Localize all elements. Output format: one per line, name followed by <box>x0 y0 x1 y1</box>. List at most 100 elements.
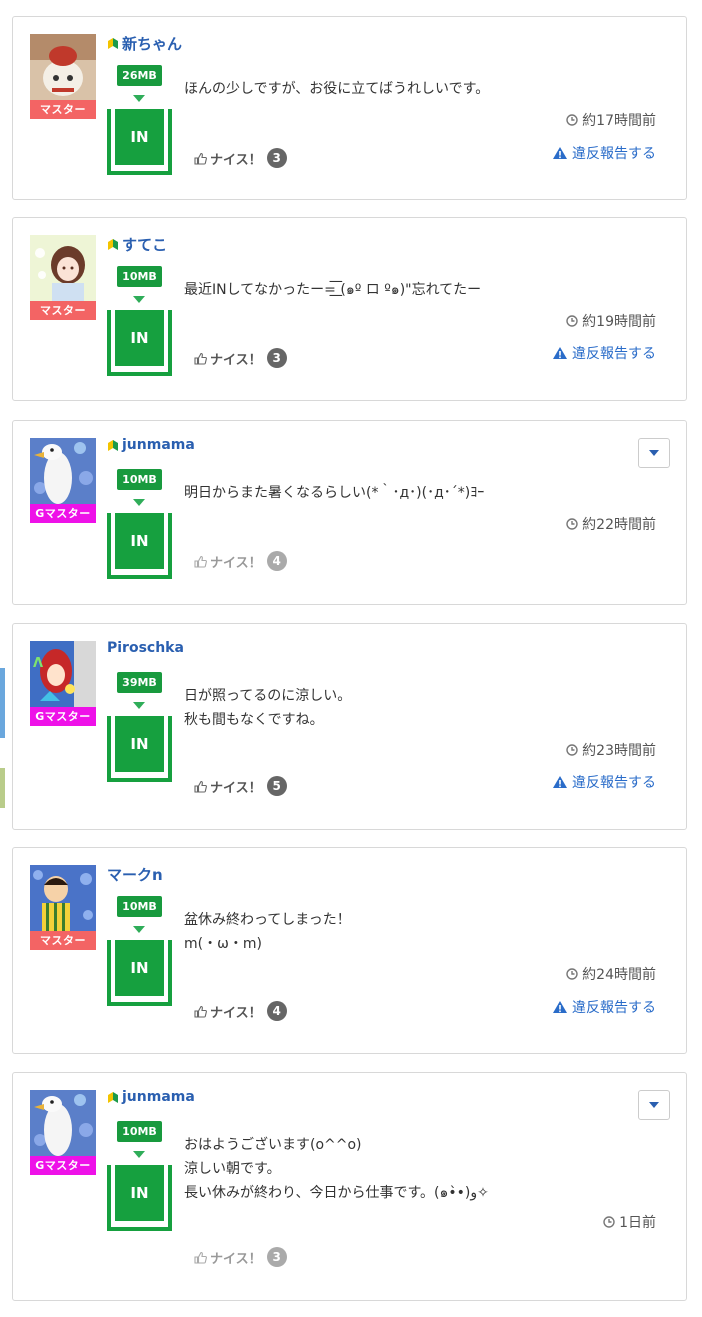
options-dropdown-button[interactable] <box>638 438 670 468</box>
username: junmama <box>122 437 195 453</box>
thumbs-up-icon <box>194 555 207 568</box>
thumbs-up-icon <box>194 1005 207 1018</box>
nice-count: 4 <box>266 551 287 571</box>
clock-icon <box>566 114 578 126</box>
nice-label: ナイス！ <box>210 152 262 168</box>
message-text: ほんの少しですが、お役に立てばうれしいです。 <box>184 77 489 101</box>
size-badge: 10MB <box>117 266 162 287</box>
avatar[interactable] <box>30 34 96 100</box>
timestamp-text: 約19時間前 <box>582 314 656 330</box>
avatar[interactable] <box>30 235 96 301</box>
beginner-leaf-icon <box>107 237 119 252</box>
in-box: IN <box>107 513 172 579</box>
post-card: Gマスター junmama 10MB IN おはようございます(o^^o) 涼し… <box>12 1072 687 1301</box>
nice-label: ナイス！ <box>210 1251 262 1267</box>
size-badge: 39MB <box>117 672 162 693</box>
in-label: IN <box>115 940 164 996</box>
thumbs-up-icon <box>194 152 207 165</box>
avatar[interactable] <box>30 865 96 931</box>
beginner-leaf-icon <box>107 1090 119 1105</box>
options-dropdown-button[interactable] <box>638 1090 670 1120</box>
message-text: おはようございます(o^^o) 涼しい朝です。 長い休みが終わり、今日から仕事で… <box>184 1133 489 1205</box>
rank-badge: Gマスター <box>30 707 96 726</box>
nice-label: ナイス！ <box>210 780 262 796</box>
clock-icon <box>566 968 578 980</box>
nice-count: 3 <box>266 1247 287 1267</box>
beginner-leaf-icon <box>107 36 119 51</box>
message-line: ほんの少しですが、お役に立てばうれしいです。 <box>184 81 490 97</box>
down-arrow-icon <box>133 95 145 102</box>
svg-text:Λ: Λ <box>33 656 43 671</box>
report-link[interactable]: 違反報告する <box>552 343 656 363</box>
nice-button[interactable]: ナイス！ 5 <box>194 776 287 796</box>
nice-button[interactable]: ナイス！ 3 <box>194 348 287 368</box>
message-line: 日が照ってるのに涼しい。 <box>184 688 352 704</box>
rank-badge: Gマスター <box>30 504 96 523</box>
in-box: IN <box>107 716 172 782</box>
post-card: Gマスター junmama 10MB IN 明日からまた暑くなるらしい(*｀･д… <box>12 420 687 605</box>
report-label: 違反報告する <box>572 1000 656 1016</box>
timestamp-text: 1日前 <box>619 1215 656 1231</box>
username-link[interactable]: すてこ <box>107 234 167 255</box>
thumbs-up-icon <box>194 780 207 793</box>
nice-button[interactable]: ナイス！ 3 <box>194 148 287 168</box>
thumbs-up-icon <box>194 1251 207 1264</box>
username-link[interactable]: junmama <box>107 1089 195 1105</box>
clock-icon <box>566 315 578 327</box>
timestamp: 約22時間前 <box>566 514 656 534</box>
timestamp: 約23時間前 <box>566 740 656 760</box>
message-line: 秋も間もなくですね。 <box>184 712 324 728</box>
timestamp: 約19時間前 <box>566 311 656 331</box>
message-line: 長い休みが終わり、今日から仕事です。(๑•̀•)و✧ <box>184 1185 489 1201</box>
warning-icon <box>552 775 568 789</box>
avatar[interactable] <box>30 438 96 504</box>
message-text: 盆休み終わってしまった！ m(・ω・m) <box>184 908 351 956</box>
report-link[interactable]: 違反報告する <box>552 143 656 163</box>
in-box: IN <box>107 310 172 376</box>
down-arrow-icon <box>133 296 145 303</box>
nice-button[interactable]: ナイス！ 4 <box>194 551 287 571</box>
rank-badge: マスター <box>30 931 96 950</box>
size-badge: 26MB <box>117 65 162 86</box>
username: junmama <box>122 1089 195 1105</box>
clock-icon <box>603 1216 615 1228</box>
warning-icon <box>552 146 568 160</box>
in-box: IN <box>107 940 172 1006</box>
avatar[interactable]: Λ <box>30 641 96 707</box>
username-link[interactable]: junmama <box>107 437 195 453</box>
caret-down-icon <box>649 1102 659 1108</box>
username-link[interactable]: マークn <box>107 864 163 885</box>
message-line: おはようございます(o^^o) <box>184 1137 362 1153</box>
message-text: 明日からまた暑くなるらしい(*｀･д･)(･д･´*)ﾖｰ <box>184 481 484 505</box>
size-badge: 10MB <box>117 896 162 917</box>
username: すてこ <box>122 236 168 254</box>
report-link[interactable]: 違反報告する <box>552 772 656 792</box>
thumbs-up-icon <box>194 352 207 365</box>
beginner-leaf-icon <box>107 438 119 453</box>
nice-count: 4 <box>266 1001 287 1021</box>
post-card: マスター マークn 10MB IN 盆休み終わってしまった！ m(・ω・m) 約… <box>12 847 687 1054</box>
report-label: 違反報告する <box>572 775 656 791</box>
report-link[interactable]: 違反報告する <box>552 997 656 1017</box>
nice-button[interactable]: ナイス！ 3 <box>194 1247 287 1267</box>
username: マークn <box>107 866 163 884</box>
username-link[interactable]: 新ちゃん <box>107 33 182 54</box>
username-link[interactable]: Piroschka <box>107 640 184 656</box>
in-label: IN <box>115 310 164 366</box>
nice-count: 5 <box>266 776 287 796</box>
timestamp-text: 約17時間前 <box>582 113 656 129</box>
nice-button[interactable]: ナイス！ 4 <box>194 1001 287 1021</box>
message-text: 最近INしてなかったー=͟͟͞͞ (๑º ロ º๑)"忘れてたー <box>184 278 481 302</box>
timestamp-text: 約24時間前 <box>582 967 656 983</box>
message-text: 日が照ってるのに涼しい。 秋も間もなくですね。 <box>184 684 351 732</box>
nice-label: ナイス！ <box>210 555 262 571</box>
report-label: 違反報告する <box>572 346 656 362</box>
rank-badge: マスター <box>30 100 96 119</box>
in-box: IN <box>107 1165 172 1231</box>
size-badge: 10MB <box>117 1121 162 1142</box>
avatar[interactable] <box>30 1090 96 1156</box>
nice-count: 3 <box>266 148 287 168</box>
timestamp-text: 約23時間前 <box>582 743 656 759</box>
down-arrow-icon <box>133 499 145 506</box>
timestamp: 1日前 <box>603 1212 656 1232</box>
